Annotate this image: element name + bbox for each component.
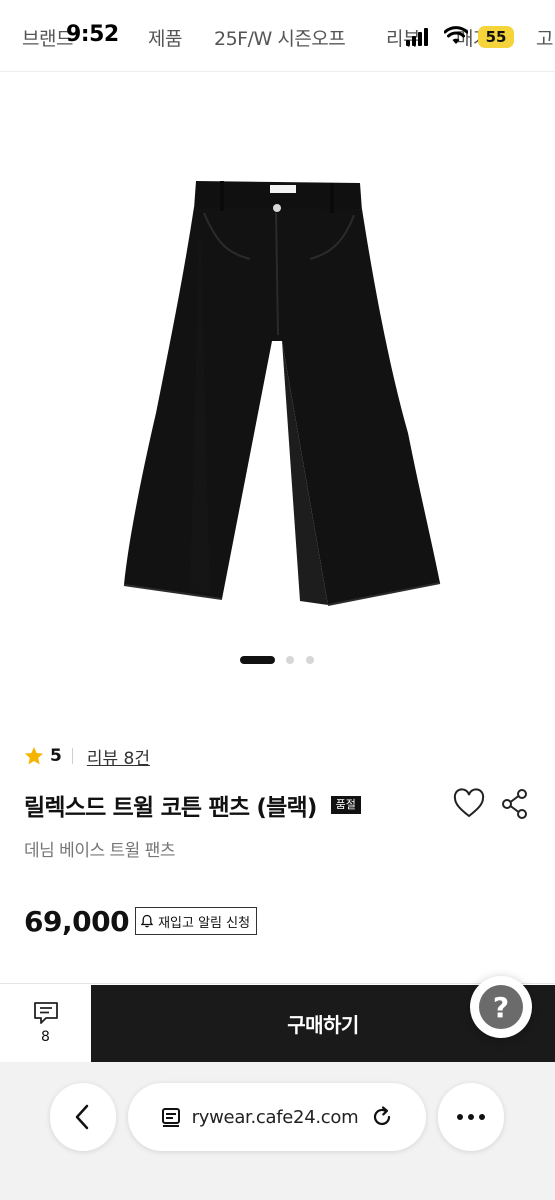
battery-indicator: 55 (478, 26, 514, 48)
address-bar[interactable]: rywear.cafe24.com (128, 1083, 426, 1151)
help-icon: ? (479, 985, 523, 1029)
wifi-icon (444, 26, 468, 44)
carousel-dot[interactable] (286, 656, 294, 664)
reload-icon[interactable] (370, 1105, 394, 1129)
rating-row: 5 리뷰 8건 (24, 744, 150, 769)
nav-item-products[interactable]: 제품 (148, 24, 182, 51)
restock-alert-button[interactable]: 재입고 알림 신청 (135, 907, 258, 935)
more-icon (457, 1114, 485, 1120)
product-title: 릴렉스드 트윌 코튼 팬츠 (블랙) (24, 795, 317, 821)
restock-alert-label: 재입고 알림 신청 (158, 915, 251, 931)
back-icon (75, 1104, 89, 1130)
carousel-dot-active[interactable] (240, 656, 275, 664)
reader-icon[interactable] (160, 1106, 182, 1128)
signal-icon (406, 28, 428, 46)
more-button[interactable] (438, 1083, 504, 1151)
back-button[interactable] (50, 1083, 116, 1151)
title-row: 릴렉스드 트윌 코튼 팬츠 (블랙) 품절 (24, 788, 361, 822)
url-text: rywear.cafe24.com (191, 1106, 359, 1128)
rating-value: 5 (50, 746, 62, 766)
chat-icon (33, 1002, 58, 1024)
nav-item-more[interactable]: 고 (536, 24, 553, 51)
soldout-badge: 품절 (330, 796, 361, 814)
category-nav: 브랜드 제품 25F/W 시즌오프 리뷰 매거진 고 9:52 55 (0, 0, 555, 72)
carousel-dot[interactable] (306, 656, 314, 664)
divider (71, 748, 73, 764)
help-button[interactable]: ? (470, 976, 532, 1038)
carousel-indicator[interactable] (0, 656, 555, 666)
product-subtitle: 데님 베이스 트윌 팬츠 (24, 841, 175, 861)
chat-count: 8 (41, 1029, 50, 1045)
share-icon[interactable] (500, 788, 530, 820)
price-row: 69,000 재입고 알림 신청 (24, 903, 258, 939)
pants-illustration (123, 181, 441, 606)
browser-toolbar: rywear.cafe24.com (0, 1062, 555, 1200)
chat-button[interactable]: 8 (0, 984, 91, 1062)
nav-item-season-off[interactable]: 25F/W 시즌오프 (214, 24, 346, 51)
status-time: 9:52 (66, 22, 119, 47)
review-count-link[interactable]: 리뷰 8건 (87, 744, 150, 769)
star-icon (25, 747, 43, 765)
product-image[interactable] (0, 73, 555, 673)
product-price: 69,000 (24, 904, 130, 938)
heart-icon[interactable] (452, 788, 486, 820)
bell-icon (140, 914, 154, 928)
